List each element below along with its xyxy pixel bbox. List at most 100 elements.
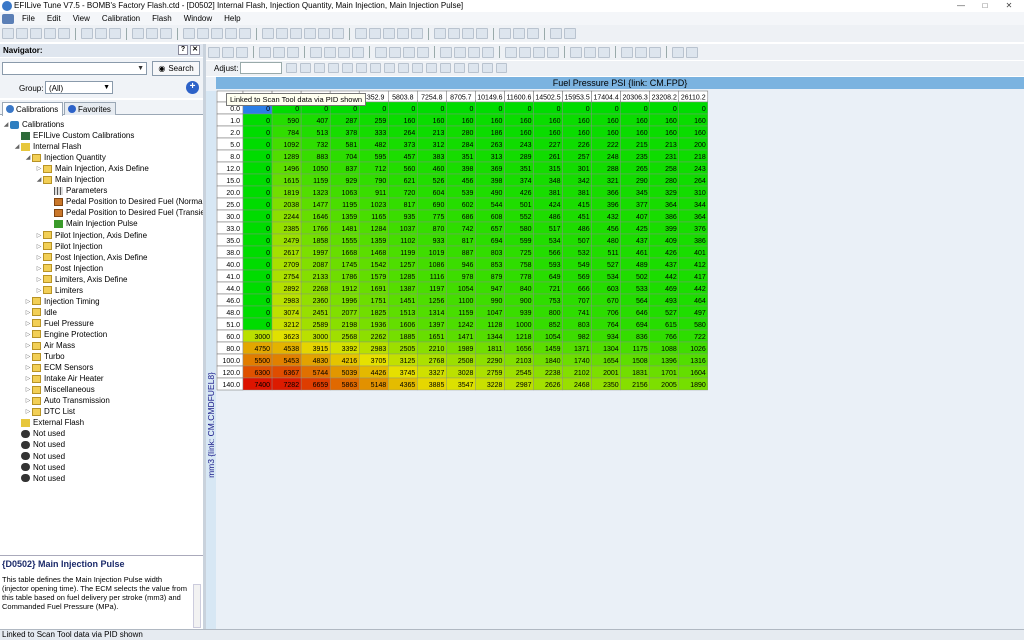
expand-icon[interactable]: ▷ [24, 397, 32, 404]
toolbar-button-icon[interactable] [318, 28, 330, 39]
expand-icon[interactable]: ▷ [24, 320, 32, 327]
tree-node[interactable]: ▷ Pilot Injection [35, 241, 103, 252]
toolbar-button-icon[interactable] [621, 46, 633, 58]
toolbar-button-icon[interactable] [355, 28, 367, 39]
toolbar-button-icon[interactable] [338, 46, 350, 58]
tree-node[interactable]: External Flash [13, 417, 84, 428]
toolbar-button-icon[interactable] [2, 28, 14, 39]
expand-icon[interactable]: ◢ [2, 121, 10, 128]
toolbar-button-icon[interactable] [146, 28, 158, 39]
tree-node[interactable]: ▷ Idle [24, 307, 57, 318]
toolbar-button-icon[interactable] [482, 46, 494, 58]
toolbar-button-icon[interactable] [417, 46, 429, 58]
tree-node[interactable]: ◢ Main Injection [35, 174, 105, 185]
menu-file[interactable]: File [16, 14, 41, 23]
tree-node[interactable]: ▷ DTC List [24, 406, 75, 417]
toolbar-button-icon[interactable] [375, 46, 387, 58]
toolbar-button-icon[interactable] [434, 28, 446, 39]
tree-node[interactable]: ◢ Calibrations [2, 119, 65, 130]
toolbar-button-icon[interactable] [584, 46, 596, 58]
tree-node[interactable]: ▷ Turbo [24, 351, 65, 362]
toolbar-button-icon[interactable] [440, 46, 452, 58]
tree-node[interactable]: Main Injection Pulse [46, 218, 138, 229]
toolbar-button-icon[interactable] [197, 28, 209, 39]
expand-icon[interactable]: ◢ [24, 154, 32, 161]
toolbar-button-icon[interactable] [290, 28, 302, 39]
expand-icon[interactable]: ▷ [35, 243, 43, 250]
toolbar-button-icon[interactable] [383, 28, 395, 39]
expand-icon[interactable]: ▷ [35, 232, 43, 239]
toolbar-button-icon[interactable] [44, 28, 56, 39]
toolbar-button-icon[interactable] [262, 28, 274, 39]
adjust-tool-icon[interactable] [356, 63, 367, 73]
toolbar-button-icon[interactable] [276, 28, 288, 39]
toolbar-button-icon[interactable] [564, 28, 576, 39]
toolbar-button-icon[interactable] [236, 46, 248, 58]
toolbar-button-icon[interactable] [468, 46, 480, 58]
adjust-tool-icon[interactable] [468, 63, 479, 73]
adjust-tool-icon[interactable] [286, 63, 297, 73]
toolbar-button-icon[interactable] [547, 46, 559, 58]
toolbar-button-icon[interactable] [397, 28, 409, 39]
expand-icon[interactable]: ▷ [24, 375, 32, 382]
adjust-tool-icon[interactable] [482, 63, 493, 73]
toolbar-button-icon[interactable] [527, 28, 539, 39]
system-menu-icon[interactable] [2, 13, 14, 24]
menu-flash[interactable]: Flash [146, 14, 178, 23]
expand-icon[interactable]: ▷ [24, 309, 32, 316]
expand-icon[interactable]: ▷ [24, 342, 32, 349]
adjust-tool-icon[interactable] [440, 63, 451, 73]
toolbar-button-icon[interactable] [403, 46, 415, 58]
adjust-tool-icon[interactable] [300, 63, 311, 73]
maximize-button[interactable]: □ [974, 0, 996, 10]
tree-node[interactable]: ▷ Injection Timing [24, 296, 100, 307]
search-button[interactable]: ◉ Search [152, 61, 200, 76]
toolbar-button-icon[interactable] [411, 28, 423, 39]
toolbar-button-icon[interactable] [672, 46, 684, 58]
adjust-tool-icon[interactable] [496, 63, 507, 73]
tree-node[interactable]: Pedal Position to Desired Fuel (Normal [46, 196, 203, 207]
help-icon[interactable]: ? [178, 45, 188, 55]
toolbar-button-icon[interactable] [635, 46, 647, 58]
toolbar-button-icon[interactable] [259, 46, 271, 58]
tree-node[interactable]: ▷ Main Injection, Axis Define [35, 163, 149, 174]
adjust-tool-icon[interactable] [398, 63, 409, 73]
toolbar-button-icon[interactable] [222, 46, 234, 58]
group-select[interactable]: (All) ▼ [45, 81, 113, 94]
toolbar-button-icon[interactable] [30, 28, 42, 39]
tree-node[interactable]: ▷ Engine Protection [24, 329, 107, 340]
toolbar-button-icon[interactable] [160, 28, 172, 39]
toolbar-button-icon[interactable] [273, 46, 285, 58]
adjust-tool-icon[interactable] [314, 63, 325, 73]
chevron-down-icon[interactable]: ▼ [137, 65, 144, 72]
expand-icon[interactable]: ▷ [35, 265, 43, 272]
toolbar-button-icon[interactable] [448, 28, 460, 39]
toolbar-button-icon[interactable] [132, 28, 144, 39]
toolbar-button-icon[interactable] [476, 28, 488, 39]
tree-node[interactable]: Pedal Position to Desired Fuel (Transie [46, 207, 203, 218]
expand-icon[interactable]: ▷ [24, 408, 32, 415]
tree-node[interactable]: ▷ Fuel Pressure [24, 318, 94, 329]
toolbar-button-icon[interactable] [352, 46, 364, 58]
add-button[interactable]: + [186, 81, 199, 94]
tree-node[interactable]: EFILive Custom Calibrations [13, 130, 134, 141]
toolbar-button-icon[interactable] [324, 46, 336, 58]
expand-icon[interactable]: ▷ [24, 364, 32, 371]
tree-node[interactable]: ▷ Auto Transmission [24, 395, 110, 406]
expand-icon[interactable]: ▷ [35, 287, 43, 294]
close-icon[interactable]: ✕ [190, 45, 200, 55]
tree-node[interactable]: ▷ Post Injection, Axis Define [35, 252, 148, 263]
toolbar-button-icon[interactable] [109, 28, 121, 39]
expand-icon[interactable]: ▷ [35, 165, 43, 172]
tree-node[interactable]: ▷ Post Injection [35, 263, 103, 274]
toolbar-button-icon[interactable] [16, 28, 28, 39]
tree-node[interactable]: ▷ Limiters, Axis Define [35, 274, 128, 285]
toolbar-button-icon[interactable] [95, 28, 107, 39]
toolbar-button-icon[interactable] [462, 28, 474, 39]
tree-node[interactable]: ▷ Pilot Injection, Axis Define [35, 230, 147, 241]
tree-node[interactable]: Not used [13, 462, 65, 473]
adjust-tool-icon[interactable] [412, 63, 423, 73]
toolbar-button-icon[interactable] [550, 28, 562, 39]
tree-node[interactable]: ▷ Miscellaneous [24, 384, 95, 395]
tree-node[interactable]: ▷ Limiters [35, 285, 83, 296]
